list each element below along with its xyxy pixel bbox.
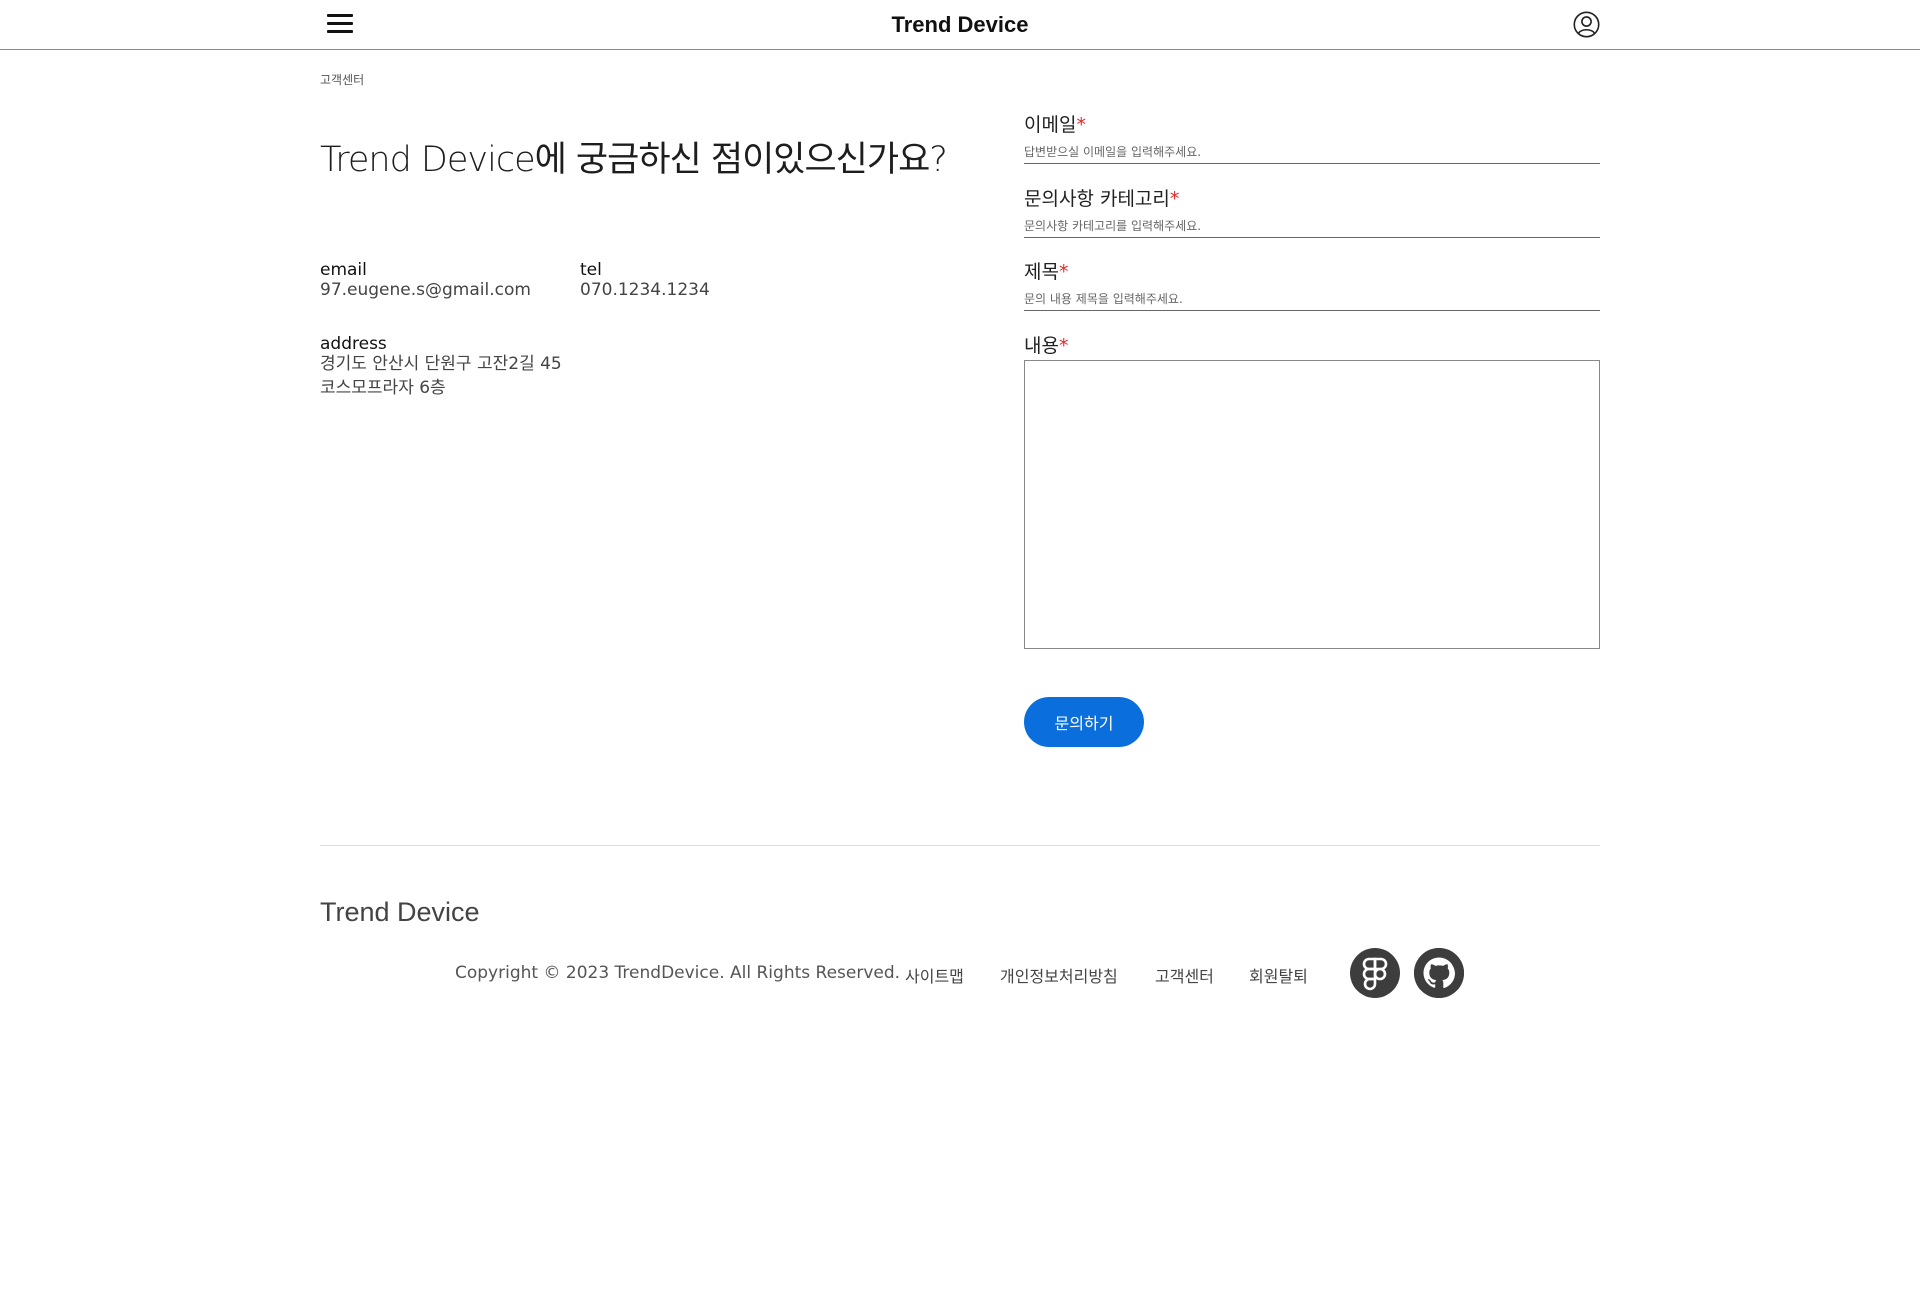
hamburger-menu-icon[interactable] (327, 14, 353, 36)
page-title: Trend Device에 궁금하신 점이있으신가요? (320, 140, 948, 180)
top-header: Trend Device (0, 0, 1920, 50)
footer-link-withdraw[interactable]: 회원탈퇴 (1249, 963, 1308, 987)
required-mark: * (1058, 335, 1069, 357)
required-mark: * (1076, 114, 1086, 136)
footer-link-sitemap[interactable]: 사이트맵 (905, 963, 964, 987)
email-field-label-text: 이메일 (1024, 114, 1077, 136)
category-field-label-text: 문의사항 카테고리 (1024, 188, 1170, 210)
breadcrumb: 고객센터 (320, 73, 365, 87)
footer-link-support[interactable]: 고객센터 (1155, 963, 1214, 987)
footer-divider (320, 845, 1600, 846)
figma-icon[interactable] (1350, 948, 1400, 998)
content-field-label-text: 내용 (1024, 335, 1059, 357)
content-textarea[interactable] (1024, 360, 1600, 649)
required-mark: * (1169, 188, 1180, 210)
address-line-1: 경기도 안산시 단원구 고잔2길 45 (320, 354, 562, 374)
tel-label: tel (580, 260, 602, 280)
footer-link-privacy[interactable]: 개인정보처리방침 (1000, 963, 1118, 987)
footer-brand: Trend Device (320, 897, 480, 927)
email-field-label: 이메일* (1024, 110, 1086, 137)
required-mark: * (1058, 261, 1069, 283)
tel-value: 070.1234.1234 (580, 280, 710, 300)
address-line-2: 코스모프라자 6층 (320, 378, 446, 398)
submit-inquiry-button[interactable]: 문의하기 (1024, 697, 1144, 747)
category-field[interactable] (1024, 215, 1600, 238)
title-field-label: 제목* (1024, 257, 1068, 284)
header-brand[interactable]: Trend Device (0, 12, 1920, 38)
email-field[interactable] (1024, 141, 1600, 164)
content-field-label: 내용* (1024, 331, 1068, 358)
category-field-label: 문의사항 카테고리* (1024, 184, 1179, 211)
user-account-icon[interactable] (1573, 11, 1600, 38)
email-label: email (320, 260, 367, 280)
email-value: 97.eugene.s@gmail.com (320, 280, 531, 300)
github-icon[interactable] (1414, 948, 1464, 998)
address-label: address (320, 334, 387, 354)
title-field-label-text: 제목 (1024, 261, 1059, 283)
title-field[interactable] (1024, 288, 1600, 311)
copyright-text: Copyright © 2023 TrendDevice. All Rights… (455, 963, 901, 983)
